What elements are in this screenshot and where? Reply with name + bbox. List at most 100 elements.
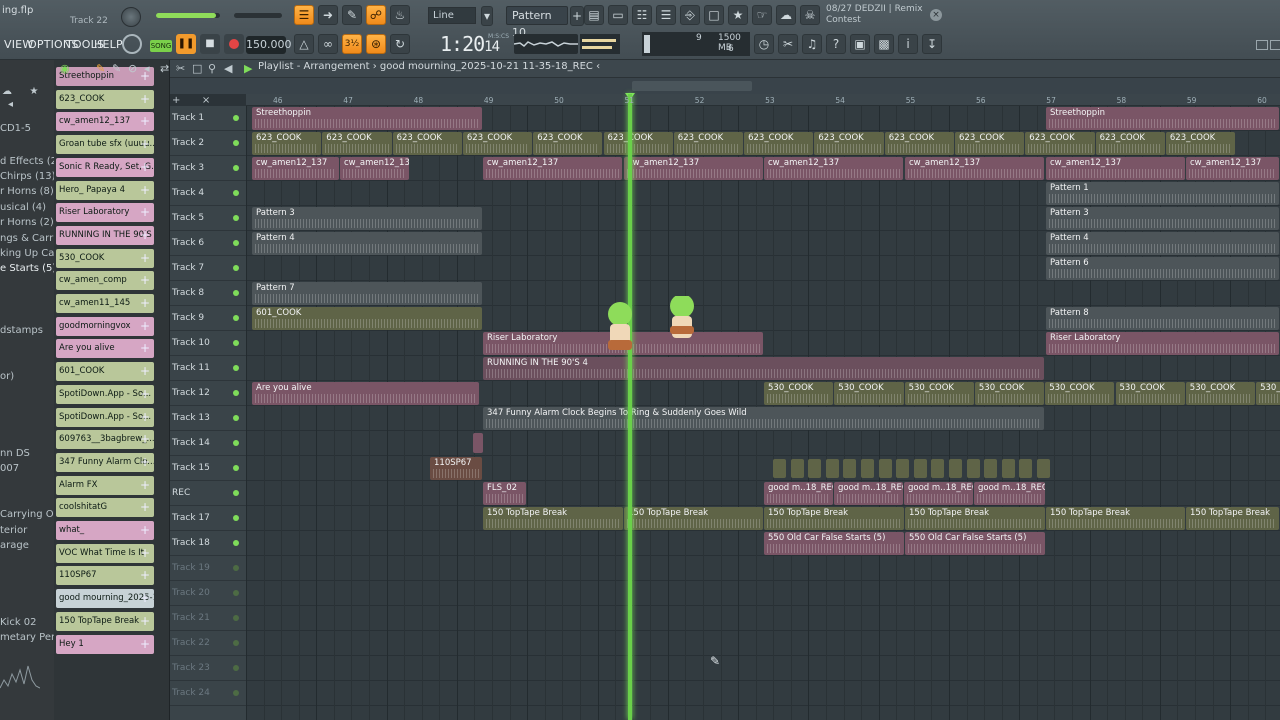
browser-item[interactable]: terior [0, 525, 27, 536]
pattern-block[interactable] [913, 459, 927, 478]
loop-record-icon[interactable]: ↻ [390, 34, 410, 54]
track-mute-led[interactable] [233, 390, 239, 396]
playlist-clip[interactable]: 150 TopTape Break [1186, 507, 1279, 530]
track-header[interactable]: Track 11 [170, 356, 246, 381]
playlist-clip[interactable]: 623_COOK [533, 132, 603, 155]
minimize-icon[interactable] [1256, 40, 1268, 50]
track-header[interactable]: Track 24 [170, 681, 246, 706]
channel-rack-icon[interactable]: ☷ [632, 5, 652, 25]
countdown-icon[interactable]: 3½ [342, 34, 362, 54]
playlist-clip[interactable]: 150 TopTape Break [483, 507, 623, 530]
draw-tool-icon[interactable]: ✎ [96, 62, 105, 75]
track-mute-led[interactable] [233, 140, 239, 146]
stop-button[interactable]: ■ [200, 34, 220, 54]
browser-item[interactable]: d Effects (2) [0, 156, 55, 167]
channel-add-icon[interactable]: + [138, 294, 152, 313]
playlist-clip[interactable]: 530_COOK [764, 382, 834, 405]
channel-add-icon[interactable]: + [138, 249, 152, 268]
news-panel[interactable]: 08/27 DEDZII | Remix Contest [826, 4, 923, 26]
pattern-block[interactable] [949, 459, 962, 478]
playlist-clip[interactable]: 110SP67 [430, 457, 482, 480]
playlist-window-icon[interactable]: ▤ [584, 5, 604, 25]
track-mute-led[interactable] [233, 315, 239, 321]
cut-icon[interactable]: ✂ [778, 34, 798, 54]
track-header[interactable]: Track 19 [170, 556, 246, 581]
channel-add-icon[interactable]: + [138, 158, 152, 177]
browser-item[interactable]: ngs & Carria [0, 233, 55, 244]
close-track-icon[interactable]: × [202, 95, 210, 106]
channel-add-icon[interactable]: + [138, 203, 152, 222]
pat-song-toggle[interactable] [122, 34, 142, 54]
playlist-clip[interactable]: 623_COOK [814, 132, 884, 155]
playlist-clip[interactable]: 623_COOK [955, 132, 1025, 155]
mute-tool-icon[interactable]: ◂ [144, 62, 150, 75]
channel-add-icon[interactable]: + [138, 135, 152, 154]
browser-left-icon[interactable]: ◂ [8, 99, 13, 110]
playlist-clip[interactable]: cw_amen12_137 [624, 157, 763, 180]
add-pattern-icon[interactable]: + [570, 6, 584, 26]
arrangement-name[interactable]: good mourning_2025-10-21 11-35-18_REC [380, 61, 593, 72]
master-volume-slider[interactable] [156, 13, 220, 18]
track-mute-led[interactable] [233, 290, 239, 296]
download-icon[interactable]: ↧ [922, 34, 942, 54]
channel-add-icon[interactable]: + [138, 521, 152, 540]
playlist-clip[interactable]: Streethoppin [252, 107, 482, 130]
pattern-block[interactable] [896, 459, 910, 478]
track-header[interactable]: Track 22 [170, 631, 246, 656]
browser-item[interactable]: Carrying On [0, 509, 55, 520]
arrangement-icon[interactable]: ▶ [244, 62, 252, 75]
track-header[interactable]: REC [170, 481, 246, 506]
track-mute-led[interactable] [233, 215, 239, 221]
pattern-block[interactable] [790, 459, 804, 478]
browser-item[interactable]: Kick 02 [0, 617, 37, 628]
pattern-block[interactable] [878, 459, 892, 478]
playlist-clip[interactable]: 623_COOK [462, 132, 533, 155]
playlist-grid[interactable]: Streethoppin Streethoppin cw_amen12_137 cw_… [246, 106, 1280, 720]
track-mute-led[interactable] [233, 190, 239, 196]
playlist-clip[interactable]: good m..18_REC [834, 482, 903, 505]
stamp-icon[interactable]: ♨ [390, 5, 410, 25]
playlist-clip[interactable]: Are you alive [252, 382, 479, 405]
pattern-block[interactable] [931, 459, 945, 478]
playlist-clip[interactable]: good m..18_REC [904, 482, 973, 505]
plugin-picker-icon[interactable]: ⎆ [680, 5, 700, 25]
pattern-mode-icon[interactable]: ☰ [294, 5, 314, 25]
maximize-icon[interactable] [1270, 40, 1280, 50]
playlist-clip[interactable]: 530_COOK [904, 382, 974, 405]
browser-icon[interactable]: □ [704, 5, 724, 25]
pattern-block[interactable] [1019, 459, 1033, 478]
playlist-clip[interactable]: 623_COOK [744, 132, 814, 155]
pattern-block[interactable] [1001, 459, 1015, 478]
save-icon[interactable]: ▣ [850, 34, 870, 54]
play-button[interactable]: ❚❚ [176, 34, 196, 54]
playlist-clip[interactable]: 150 TopTape Break [764, 507, 904, 530]
snap-select[interactable]: Line [428, 7, 476, 24]
playlist-clip[interactable]: cw_amen12_137 [483, 157, 622, 180]
channel-add-icon[interactable]: + [138, 589, 152, 608]
playlist-clip[interactable]: 550 Old Car False Starts (5) [764, 532, 904, 555]
playlist-clip[interactable]: 623_COOK [673, 132, 744, 155]
channel-add-icon[interactable]: + [138, 476, 152, 495]
step-edit-icon[interactable]: ⊛ [366, 34, 386, 54]
playlist-clip[interactable]: 530_COOK [1256, 382, 1280, 405]
playlist-clip[interactable]: cw_amen12_137 [1046, 157, 1185, 180]
playlist-overview-bar[interactable] [170, 78, 1280, 94]
playlist-clip[interactable]: 530_COOK [834, 382, 904, 405]
playhead[interactable] [628, 94, 632, 720]
channel-add-icon[interactable]: + [138, 544, 152, 563]
channel-add-icon[interactable]: + [138, 635, 152, 654]
plugin-icon[interactable]: ★ [728, 5, 748, 25]
playlist-clip[interactable]: Pattern 4 [252, 232, 482, 255]
track-header[interactable]: Track 3 [170, 156, 246, 181]
browser-item[interactable]: dstamps [0, 325, 43, 336]
playlist-clip[interactable]: good m..18_REC [974, 482, 1045, 505]
track-header[interactable]: Track 13 [170, 406, 246, 431]
store-icon[interactable]: ☠ [800, 5, 820, 25]
browser-cloud-icon[interactable]: ☁ [2, 86, 12, 97]
info-icon[interactable]: i [898, 34, 918, 54]
playlist-clip[interactable]: Pattern 8 [1046, 307, 1279, 330]
playlist-clip[interactable]: 550 Old Car False Starts (5) [905, 532, 1045, 555]
playlist-clip[interactable]: 623_COOK [1165, 132, 1236, 155]
playlist-clip[interactable]: 530_COOK [1115, 382, 1185, 405]
browser-item[interactable]: r Horns (2) [0, 217, 54, 228]
